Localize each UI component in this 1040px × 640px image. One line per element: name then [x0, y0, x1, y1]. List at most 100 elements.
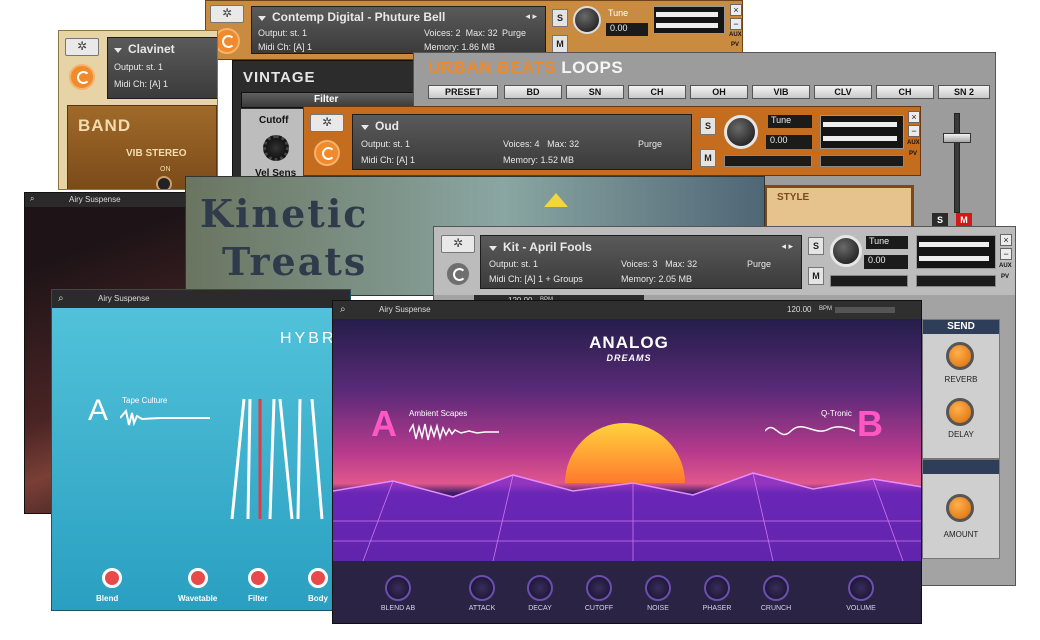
slot-b-name[interactable]: Q-Tronic: [821, 409, 852, 418]
solo-button[interactable]: S: [808, 237, 824, 255]
volume-slider[interactable]: [820, 155, 904, 167]
pad-sn[interactable]: SN: [566, 85, 624, 99]
settings-gear-button[interactable]: ✲: [65, 38, 99, 56]
noise-knob[interactable]: [645, 575, 671, 601]
instrument-logo-icon: [314, 140, 340, 166]
tune-value[interactable]: 0.00: [864, 255, 908, 269]
output-row[interactable]: Output: st. 1: [489, 259, 538, 269]
settings-gear-button[interactable]: ✲: [441, 235, 475, 253]
pad-oh[interactable]: OH: [690, 85, 748, 99]
crunch-knob[interactable]: [763, 575, 789, 601]
pad-clv[interactable]: CLV: [814, 85, 872, 99]
dropdown-icon: [489, 245, 497, 251]
urban-fader-handle[interactable]: [943, 133, 971, 143]
vib-switch[interactable]: [156, 176, 172, 189]
instrument-title[interactable]: Clavinet: [114, 42, 175, 56]
tune-knob[interactable]: [724, 115, 758, 149]
tune-knob[interactable]: [573, 6, 601, 34]
pad-sn-2[interactable]: SN 2: [938, 85, 990, 99]
hybrid-keys-instrument: ⌕ Airy Suspense HYBR A Tape Culture Blen…: [51, 289, 351, 611]
level-meter: [916, 235, 996, 269]
bpm-value[interactable]: 120.00: [787, 305, 811, 314]
phaser-knob[interactable]: [704, 575, 730, 601]
output-row[interactable]: Output: st. 1: [114, 62, 163, 72]
mute-button[interactable]: M: [808, 267, 824, 285]
preset-nav[interactable]: ◂ ▸: [781, 241, 793, 252]
amount-knob[interactable]: [946, 494, 974, 522]
instrument-logo-icon: [445, 261, 471, 287]
slot-a-name[interactable]: Ambient Scapes: [409, 409, 467, 418]
output-row[interactable]: Output: st. 1: [361, 139, 410, 149]
analog-logo-top: ANALOG: [589, 333, 669, 352]
mute-button[interactable]: M: [700, 149, 716, 167]
tune-value[interactable]: 0.00: [606, 23, 648, 36]
preset-name[interactable]: Airy Suspense: [379, 305, 431, 314]
filter-knob[interactable]: [248, 568, 268, 588]
reverb-knob[interactable]: [946, 342, 974, 370]
volume-slider[interactable]: [916, 275, 996, 287]
settings-gear-button[interactable]: ✲: [210, 5, 244, 23]
cutoff-label: CUTOFF: [584, 605, 614, 612]
blend-label: Blend: [96, 594, 119, 603]
preset-nav[interactable]: ◂ ▸: [525, 11, 537, 22]
delay-knob[interactable]: [946, 398, 974, 426]
pad-vib[interactable]: VIB: [752, 85, 810, 99]
cutoff-knob[interactable]: [263, 135, 289, 161]
solo-button[interactable]: S: [932, 213, 948, 227]
blend-knob[interactable]: [102, 568, 122, 588]
midi-row[interactable]: Midi Ch: [A] 1 + Groups: [489, 274, 583, 284]
filter-label: Filter: [314, 94, 339, 105]
close-button[interactable]: ×: [730, 4, 742, 16]
tune-knob[interactable]: [830, 235, 862, 267]
instrument-title[interactable]: Kit - April Fools: [489, 240, 592, 254]
pad-ch-2[interactable]: CH: [876, 85, 934, 99]
cutoff-label: Cutoff: [259, 115, 289, 126]
tune-value[interactable]: 0.00: [766, 135, 812, 149]
minimize-button[interactable]: −: [908, 125, 920, 137]
decay-knob[interactable]: [527, 575, 553, 601]
pan-slider[interactable]: [830, 275, 908, 287]
preset-name[interactable]: Airy Suspense: [69, 195, 121, 204]
instrument-title[interactable]: Oud: [361, 119, 399, 133]
aux-label: AUX: [907, 140, 920, 146]
purge-menu[interactable]: Purge: [747, 259, 771, 269]
minimize-button[interactable]: −: [730, 18, 742, 30]
pad-preset[interactable]: PRESET: [428, 85, 498, 99]
search-icon[interactable]: ⌕: [30, 194, 34, 204]
attack-knob[interactable]: [469, 575, 495, 601]
instrument-header: Contemp Digital - Phuture Bell ◂ ▸ Outpu…: [251, 6, 546, 54]
solo-button[interactable]: S: [700, 117, 716, 135]
search-icon[interactable]: ⌕: [58, 293, 64, 304]
pad-bd[interactable]: BD: [504, 85, 562, 99]
mute-button[interactable]: M: [552, 35, 568, 53]
close-button[interactable]: ×: [908, 111, 920, 123]
settings-gear-button[interactable]: ✲: [310, 114, 344, 132]
instrument-title[interactable]: Contemp Digital - Phuture Bell: [258, 10, 445, 24]
mute-button[interactable]: M: [956, 213, 972, 227]
volume-knob[interactable]: [848, 575, 874, 601]
clavinet-instrument: ✲ Clavinet Output: st. 1 Midi Ch: [A] 1 …: [58, 30, 218, 190]
wavetable-knob[interactable]: [188, 568, 208, 588]
blend-ab-label: BLEND AB: [380, 605, 416, 612]
instrument-topbar: ⌕ Airy Suspense 120.00 BPM: [333, 301, 921, 319]
output-row[interactable]: Output: st. 1: [258, 28, 307, 38]
hybrid-title: HYBR: [280, 330, 337, 347]
volume-slider[interactable]: [835, 307, 895, 313]
search-icon[interactable]: ⌕: [340, 304, 346, 315]
body-knob[interactable]: [308, 568, 328, 588]
close-button[interactable]: ×: [1000, 234, 1012, 246]
midi-row[interactable]: Midi Ch: [A] 1: [361, 155, 415, 165]
pan-slider[interactable]: [724, 155, 812, 167]
purge-menu[interactable]: Purge: [502, 28, 526, 38]
attack-label: ATTACK: [468, 605, 496, 612]
cutoff-knob[interactable]: [586, 575, 612, 601]
midi-row[interactable]: Midi Ch: [A] 1: [258, 42, 312, 52]
sample-name[interactable]: Tape Culture: [122, 396, 167, 405]
solo-button[interactable]: S: [552, 9, 568, 27]
minimize-button[interactable]: −: [1000, 248, 1012, 260]
purge-menu[interactable]: Purge: [638, 139, 662, 149]
pad-ch[interactable]: CH: [628, 85, 686, 99]
preset-name[interactable]: Airy Suspense: [98, 294, 150, 303]
blend-ab-knob[interactable]: [385, 575, 411, 601]
midi-row[interactable]: Midi Ch: [A] 1: [114, 79, 168, 89]
